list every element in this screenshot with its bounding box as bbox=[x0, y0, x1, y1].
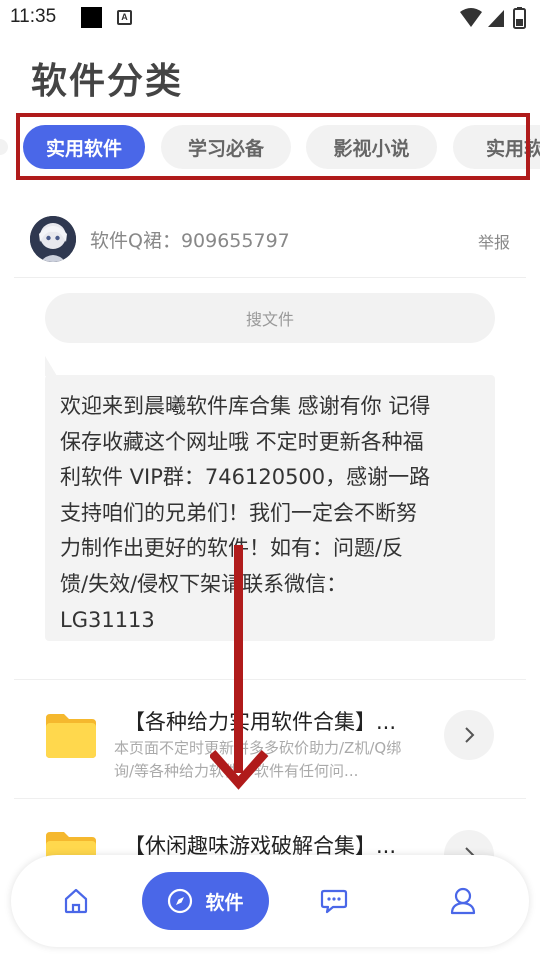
category-tabs: 实用软件 学习必备 影视小说 实用软 bbox=[0, 108, 540, 188]
announcement-line: 欢迎来到晨曦软件库合集 感谢有你 记得 bbox=[60, 394, 431, 418]
list-item-description: 本页面不定时更新拼多多砍价助力/Z机/Q绑 询/等各种给力软件，软件有任何问..… bbox=[114, 737, 434, 783]
avatar[interactable] bbox=[30, 216, 76, 262]
status-bar: 11:35 A bbox=[0, 0, 540, 36]
group-info-row: 软件Q裙：909655797 举报 bbox=[14, 198, 526, 278]
status-time: 11:35 bbox=[10, 6, 57, 27]
page-title: 软件分类 bbox=[31, 61, 184, 102]
user-icon bbox=[450, 887, 476, 915]
notice-bubble-tail bbox=[45, 356, 57, 376]
list-item-title: 【各种给力实用软件合集】... bbox=[124, 710, 397, 734]
nav-chat[interactable] bbox=[309, 872, 359, 930]
announcement-text: 欢迎来到晨曦软件库合集 感谢有你 记得 保存收藏这个网址哦 不定时更新各种福 利… bbox=[45, 375, 495, 641]
home-icon bbox=[64, 888, 88, 914]
search-input[interactable]: 搜文件 bbox=[45, 293, 495, 343]
announcement-line: LG31113 bbox=[60, 607, 155, 632]
description-line: 本页面不定时更新拼多多砍价助力/Z机/Q绑 bbox=[114, 739, 402, 757]
announcement-line: 力制作出更好的软件！如有：问题/反 bbox=[60, 536, 404, 561]
chat-icon bbox=[320, 889, 348, 914]
bottom-navigation: 软件 bbox=[11, 855, 529, 947]
group-number-text: 软件Q裙：909655797 bbox=[90, 230, 290, 252]
open-item-button[interactable] bbox=[444, 710, 494, 760]
notification-a-icon: A bbox=[117, 10, 132, 25]
signal-icon bbox=[488, 10, 504, 27]
announcement-line: 支持咱们的兄弟们！我们一定会不断努 bbox=[60, 500, 417, 525]
divider bbox=[14, 798, 526, 799]
wifi-icon bbox=[460, 8, 482, 27]
nav-software-label: 软件 bbox=[205, 891, 244, 914]
chevron-right-icon bbox=[465, 727, 475, 743]
notification-icon bbox=[81, 7, 102, 28]
system-status-icons bbox=[460, 7, 526, 29]
nav-software[interactable]: 软件 bbox=[142, 872, 269, 930]
battery-icon bbox=[513, 7, 526, 29]
tabs-highlight-box bbox=[16, 113, 530, 180]
report-button[interactable]: 举报 bbox=[478, 229, 510, 253]
announcement-line: 保存收藏这个网址哦 不定时更新各种福 bbox=[60, 429, 424, 454]
tab-partial-left bbox=[0, 139, 8, 155]
description-line: 询/等各种给力软件，软件有任何问... bbox=[114, 762, 359, 780]
divider bbox=[14, 679, 526, 680]
nav-home[interactable] bbox=[51, 872, 101, 930]
announcement-line: 利软件 VIP群：746120500，感谢一路 bbox=[60, 465, 431, 490]
folder-icon bbox=[46, 714, 96, 758]
compass-icon bbox=[168, 888, 193, 914]
nav-profile[interactable] bbox=[438, 872, 488, 930]
list-item[interactable]: 【各种给力实用软件合集】... 本页面不定时更新拼多多砍价助力/Z机/Q绑 询/… bbox=[14, 690, 526, 790]
announcement-line: 馈/失效/侵权下架请联系微信： bbox=[60, 571, 348, 596]
